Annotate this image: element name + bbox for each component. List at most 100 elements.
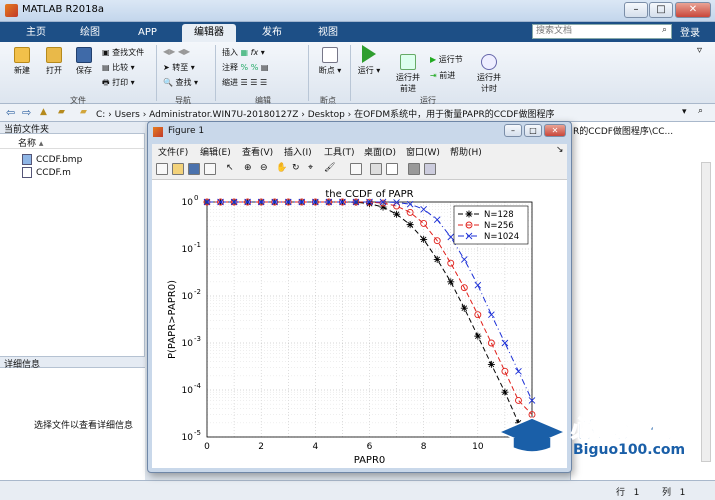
advance-button[interactable]: ⇥ 前进 (430, 70, 455, 81)
figure-close-button[interactable]: ✕ (544, 124, 566, 137)
watermark-cn: 必过源码 (570, 415, 676, 445)
hide-tools-icon[interactable] (408, 163, 420, 175)
new-button[interactable]: 新建 (8, 47, 36, 76)
x-tick-label: 0 (204, 442, 210, 452)
run-section-button[interactable]: ▶ 运行节 (430, 54, 463, 65)
path-dropdown-icon[interactable]: ▾ (682, 107, 687, 117)
menu-help[interactable]: 帮助(H) (450, 145, 482, 158)
data-cursor-icon[interactable]: ⌖ (308, 163, 320, 175)
details-header: 详细信息 (0, 356, 145, 370)
open-button[interactable]: 打开 (40, 47, 68, 76)
tab-home[interactable]: 主页 (14, 24, 58, 42)
login-link[interactable]: 登录 (680, 24, 700, 39)
print-icon[interactable] (204, 163, 216, 175)
y-tick-label: 10 (182, 433, 194, 443)
forward-arrow-icon[interactable]: ⇨ (22, 106, 31, 119)
maximize-button[interactable]: □ (649, 2, 673, 18)
search-icon[interactable]: ⌕ (662, 25, 672, 38)
details-hint: 选择文件以查看详细信息 (34, 421, 134, 431)
pan-hand-icon[interactable]: ✋ (276, 163, 288, 175)
x-tick-label: 2 (258, 442, 264, 452)
separator (215, 45, 216, 101)
figure-maximize-button[interactable]: □ (524, 124, 542, 137)
tab-apps[interactable]: APP (126, 24, 169, 42)
list-item[interactable]: CCDF.bmp (22, 154, 82, 165)
address-bar[interactable]: ⇦ ⇨ ▲ ▰ ▰ C: › Users › Administrator.WIN… (0, 104, 715, 122)
y-tick-exponent: -3 (194, 335, 201, 343)
indent-button[interactable]: 缩进 ☰ ☰ ☰ (222, 77, 267, 88)
list-item[interactable]: CCDF.m (22, 167, 71, 178)
run-advance-button[interactable]: 运行并 前进 (390, 45, 426, 94)
tab-editor[interactable]: 编辑器 (182, 24, 236, 42)
zoom-in-icon[interactable]: ⊕ (244, 163, 256, 175)
matlab-logo-icon (5, 4, 18, 17)
pointer-icon[interactable]: ↖ (226, 163, 238, 175)
search-input[interactable]: 搜索文档 (532, 24, 672, 39)
find-files-button[interactable]: ▣ 查找文件 (102, 47, 144, 58)
new-figure-icon[interactable] (156, 163, 168, 175)
minimize-button[interactable]: – (624, 2, 648, 18)
menu-window[interactable]: 窗口(W) (406, 145, 440, 158)
x-tick-label: 4 (312, 442, 318, 452)
y-tick-label: 10 (182, 198, 194, 208)
column-header[interactable]: 名称 ▴ (0, 136, 144, 149)
legend-marker (465, 210, 473, 218)
legend-icon[interactable] (386, 163, 398, 175)
run-and-time-button[interactable]: 运行并 计时 (474, 45, 504, 94)
menu-edit[interactable]: 编辑(E) (200, 145, 231, 158)
status-bar: 行 1 列 1 (0, 480, 715, 500)
run-button[interactable]: 运行 ▾ (356, 45, 382, 76)
y-tick-exponent: -4 (194, 382, 202, 390)
open-icon[interactable] (172, 163, 184, 175)
breakpoints-button[interactable]: 断点 ▾ (314, 47, 346, 76)
save-icon[interactable] (188, 163, 200, 175)
search-path-icon[interactable]: ⌕ (698, 106, 703, 116)
row-indicator: 行 1 (616, 488, 640, 498)
zoom-out-icon[interactable]: ⊖ (260, 163, 272, 175)
figure-minimize-button[interactable]: – (504, 124, 522, 137)
close-button[interactable]: ✕ (675, 2, 711, 18)
dock-arrow-icon[interactable]: ↘ (556, 145, 564, 155)
separator (308, 45, 309, 101)
y-tick-exponent: -2 (194, 288, 201, 296)
tab-view[interactable]: 视图 (306, 24, 350, 42)
menu-insert[interactable]: 插入(I) (284, 145, 312, 158)
legend: N=128N=256N=1024 (453, 205, 529, 245)
tab-publish[interactable]: 发布 (250, 24, 294, 42)
run-section-icon: ▶ (430, 55, 437, 64)
browse-folder-icon[interactable]: ▰ (58, 107, 65, 117)
menu-desktop[interactable]: 桌面(D) (364, 145, 396, 158)
save-disk-icon (76, 47, 92, 63)
ribbon-menu-icon[interactable]: ▿ (697, 45, 702, 56)
y-tick-exponent: 0 (194, 194, 198, 202)
rotate-icon[interactable]: ↻ (292, 163, 304, 175)
x-axis-label: PAPR0 (354, 455, 386, 466)
data-point (406, 221, 414, 229)
fx-dropdown-icon: ▾ (260, 48, 265, 57)
ribbon-toolstrip: 新建 打开 保存 ▣ 查找文件 ▤ 比较 ▾ 🖶 打印 ▾ 文件 ◀▶ ◀▶ ➤… (0, 42, 715, 105)
link-icon[interactable] (350, 163, 362, 175)
x-tick-label: 8 (421, 442, 427, 452)
back-arrow-icon[interactable]: ⇦ (6, 106, 15, 119)
data-point (447, 278, 455, 286)
show-tools-icon[interactable] (424, 163, 436, 175)
image-file-icon (22, 154, 32, 165)
comment-button[interactable]: 注释 % % ▤ (222, 62, 268, 73)
goto-button[interactable]: ➤ 转至 ▾ (163, 62, 195, 73)
insert-button[interactable]: 插入 ▦ fx ▾ (222, 47, 265, 58)
menu-tools[interactable]: 工具(T) (324, 145, 355, 158)
tab-plots[interactable]: 绘图 (68, 24, 112, 42)
print-button[interactable]: 🖶 打印 ▾ (102, 77, 135, 91)
menu-file[interactable]: 文件(F) (158, 145, 188, 158)
axis-ticks: 0 2 4 6 8 1010 010 -110 -210 -310 -410 -5 (182, 194, 484, 452)
menu-view[interactable]: 查看(V) (242, 145, 273, 158)
colorbar-icon[interactable] (370, 163, 382, 175)
compare-button[interactable]: ▤ 比较 ▾ (102, 62, 135, 73)
up-folder-icon[interactable]: ▲ (40, 107, 47, 117)
window-title: MATLAB R2018a (22, 4, 105, 15)
brush-icon[interactable]: 🖌 (324, 163, 336, 175)
nav-arrows-icon[interactable]: ◀▶ ◀▶ (163, 47, 190, 56)
save-button[interactable]: 保存 (70, 47, 98, 76)
find-button[interactable]: 🔍 查找 ▾ (163, 77, 198, 88)
current-path[interactable]: C: › Users › Administrator.WIN7U-2018012… (96, 107, 554, 120)
